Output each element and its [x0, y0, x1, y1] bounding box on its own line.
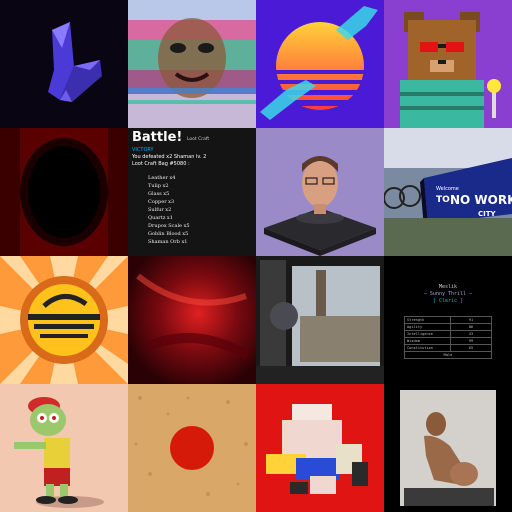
tile-zombie-cartoon[interactable] — [0, 384, 128, 512]
stat-value: 91 — [450, 316, 492, 324]
photo-figure-image — [384, 384, 512, 512]
tile-character-stats[interactable]: Meslik — Sunny Thrill — [ Cleric ] Stren… — [384, 256, 512, 384]
stat-label: Agility — [404, 323, 451, 331]
stat-label: Constitution — [404, 344, 451, 352]
stat-footer-row: Male — [404, 351, 492, 359]
billboard-to: TO — [436, 195, 450, 205]
stat-value: 43 — [450, 330, 492, 338]
stat-row: Intelligence 43 — [404, 330, 492, 338]
loot-item: Tulip x2 — [148, 183, 169, 189]
stat-row: Wisdom 99 — [404, 337, 492, 345]
tile-synthwave-sun[interactable] — [256, 0, 384, 128]
loot-item: Glass x5 — [148, 191, 170, 197]
battle-subtitle: Loot Craft — [187, 137, 210, 142]
stat-value: 99 — [450, 337, 492, 345]
battle-title: Battle! — [132, 130, 183, 145]
loot-item: Leather x4 — [148, 175, 176, 181]
stat-row: Agility 86 — [404, 323, 492, 331]
stat-value: 65 — [450, 344, 492, 352]
loot-item: Drupox Scale x5 — [148, 223, 190, 229]
pixel-bear-image — [384, 0, 512, 128]
stat-label: Wisdom — [404, 337, 451, 345]
tile-glitch-face[interactable] — [128, 0, 256, 128]
stats-table: Strength 91 Agility 86 Intelligence 43 Wisd… — [404, 316, 492, 359]
tile-cork-red-dot[interactable] — [128, 384, 256, 512]
character-epithet: — Sunny Thrill — — [423, 291, 473, 297]
cork-red-dot-image — [128, 384, 256, 512]
tile-train-window[interactable] — [256, 256, 384, 384]
pixel-cat-collage-image — [256, 384, 384, 512]
train-window-image — [256, 256, 384, 384]
battle-bag-text: Loot Craft Bag #5080 : — [132, 161, 190, 167]
character-class: [ Cleric ] — [432, 298, 464, 304]
loot-item: Copper x3 — [148, 199, 175, 205]
character-gender: Male — [404, 351, 492, 359]
battle-victory-status: VICTORY — [132, 147, 154, 153]
loot-item: Goblin Blood x5 — [148, 231, 189, 237]
loot-item: Shaman Orb x1 — [148, 239, 188, 245]
retro-sun-badge-image — [0, 256, 128, 384]
tile-red-portal[interactable] — [0, 128, 128, 256]
loot-item: Sulfur x2 — [148, 207, 172, 213]
loot-item: Quartz x1 — [148, 215, 173, 221]
tile-3d-bust[interactable] — [256, 128, 384, 256]
battle-defeated-text: You defeated x2 Shaman lv. 2 — [132, 154, 207, 160]
zombie-cartoon-image — [0, 384, 128, 512]
tile-purple-crystal[interactable] — [0, 0, 128, 128]
stat-label: Intelligence — [404, 330, 451, 338]
glitch-face-image — [128, 0, 256, 128]
stat-label: Strength — [404, 316, 451, 324]
billboard-welcome: Welcome — [436, 186, 459, 192]
stat-row: Strength 91 — [404, 316, 492, 324]
bust-avatar-image — [256, 128, 384, 256]
billboard-no-work: NO WORK — [450, 193, 512, 207]
purple-crystal-image — [0, 0, 128, 128]
tile-pixel-cat-collage[interactable] — [256, 384, 384, 512]
tile-pixel-bear[interactable] — [384, 0, 512, 128]
tile-retro-sun-badge[interactable] — [0, 256, 128, 384]
tile-red-fabric[interactable] — [128, 256, 256, 384]
nft-gallery-grid: Battle! Loot Craft VICTORY You defeated … — [0, 0, 512, 512]
tile-battle-card[interactable]: Battle! Loot Craft VICTORY You defeated … — [128, 128, 256, 256]
character-name: Meslik — [438, 284, 458, 290]
red-fabric-image — [128, 256, 256, 384]
no-work-city-image: Welcome TO NO WORK CITY — [384, 128, 512, 256]
red-portal-image — [0, 128, 128, 256]
stat-row: Constitution 65 — [404, 344, 492, 352]
billboard-city: CITY — [478, 210, 497, 218]
synthwave-sun-image — [256, 0, 384, 128]
tile-photo-figure[interactable] — [384, 384, 512, 512]
tile-no-work-city[interactable]: Welcome TO NO WORK CITY — [384, 128, 512, 256]
stat-value: 86 — [450, 323, 492, 331]
